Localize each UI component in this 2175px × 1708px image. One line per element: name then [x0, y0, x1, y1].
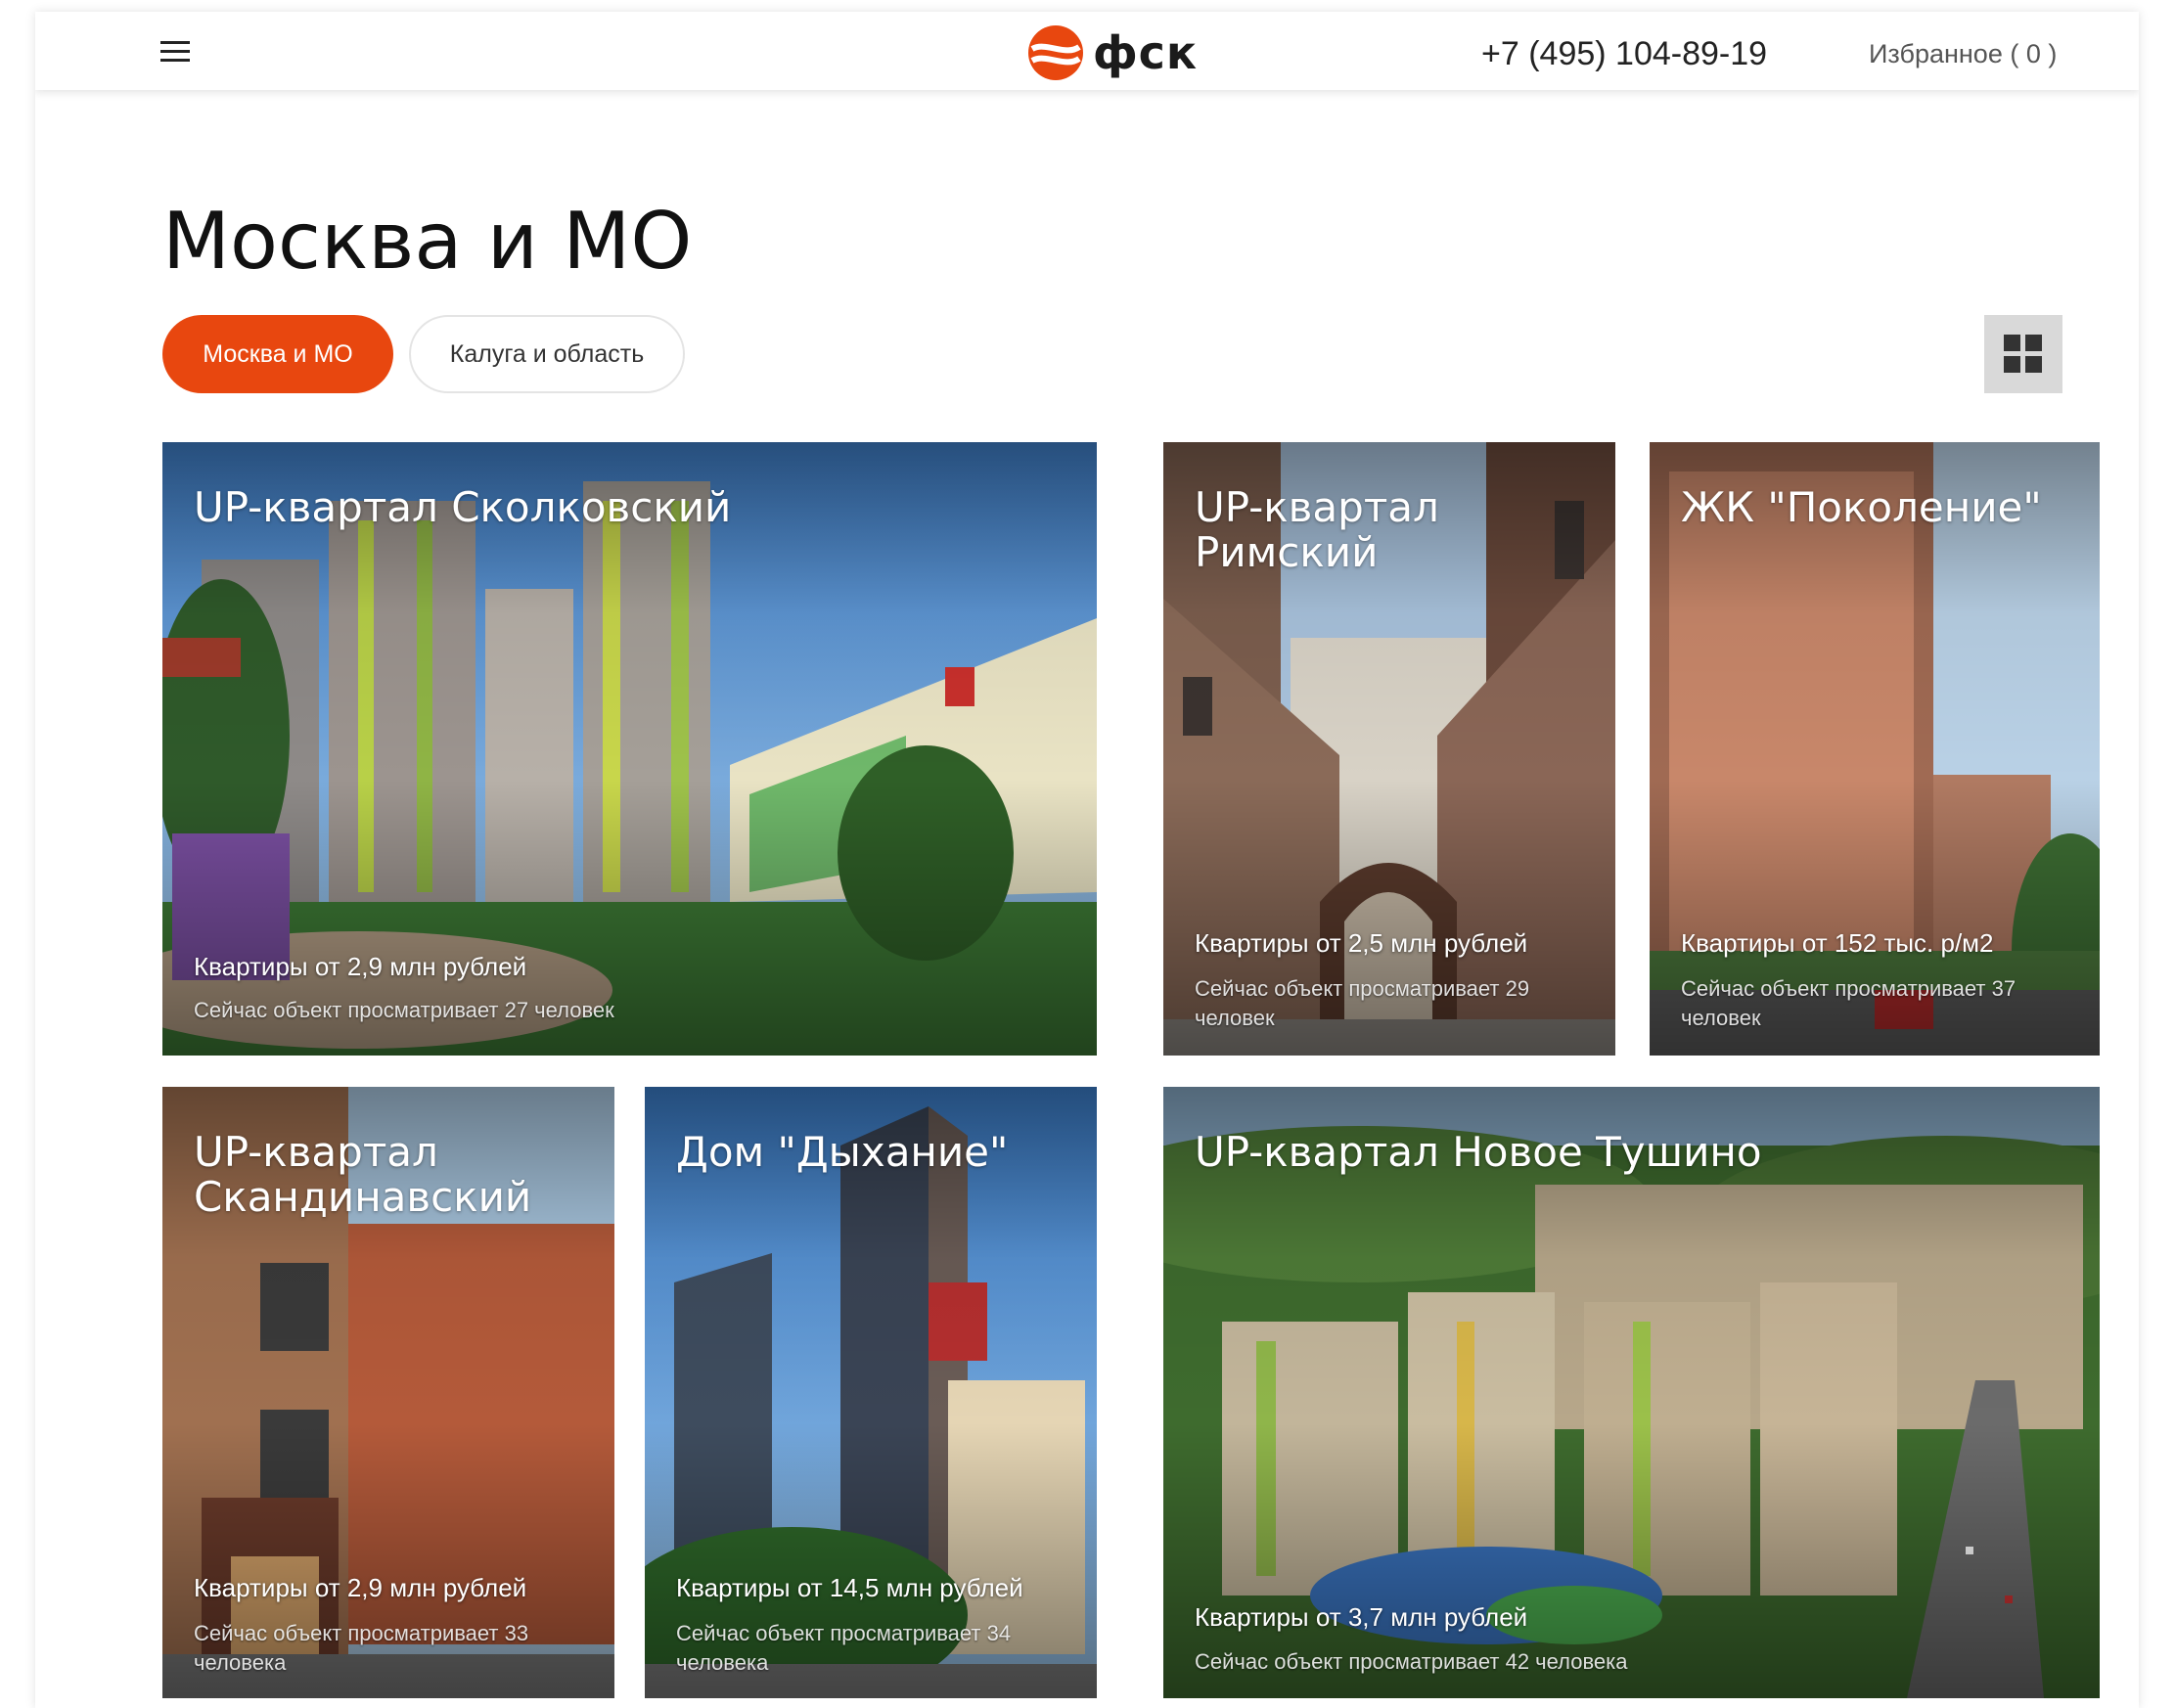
site-header: фск +7 (495) 104-89-19 Избранное ( 0 )	[35, 12, 2139, 90]
logo-text: фск	[1093, 26, 1199, 79]
project-card-pokolenie[interactable]: ЖК "Поколение" Квартиры от 152 тыс. р/м2…	[1650, 442, 2100, 1056]
project-price: Квартиры от 2,9 млн рублей	[194, 1573, 527, 1602]
project-card-skandinavsky[interactable]: UP-квартал Скандинавский Квартиры от 2,9…	[162, 1087, 614, 1698]
project-title: ЖК "Поколение"	[1681, 483, 2042, 531]
project-views: Сейчас объект просматривает 34 человека	[676, 1621, 1012, 1675]
project-views: Сейчас объект просматривает 27 человек	[194, 998, 614, 1022]
favorites-link[interactable]: Избранное ( 0 )	[1869, 39, 2057, 69]
project-views: Сейчас объект просматривает 29 человек	[1195, 976, 1530, 1030]
project-title: Дом "Дыхание"	[676, 1128, 1009, 1176]
project-views: Сейчас объект просматривает 33 человека	[194, 1621, 529, 1675]
project-price: Квартиры от 2,9 млн рублей	[194, 952, 527, 981]
project-card-rimsky[interactable]: UP-квартал Римский Квартиры от 2,5 млн р…	[1163, 442, 1615, 1056]
grid-view-icon[interactable]	[1984, 315, 2062, 393]
site-logo[interactable]: фск	[1026, 22, 1198, 84]
phone-number[interactable]: +7 (495) 104-89-19	[1481, 35, 1767, 73]
tab-moscow[interactable]: Москва и МО	[162, 315, 393, 393]
project-price: Квартиры от 2,5 млн рублей	[1195, 928, 1528, 958]
project-price: Квартиры от 14,5 млн рублей	[676, 1573, 1023, 1602]
page-title: Москва и МО	[162, 196, 693, 287]
project-price: Квартиры от 3,7 млн рублей	[1195, 1602, 1528, 1632]
project-title: UP-квартал Сколковский	[194, 483, 732, 531]
browser-frame: фск +7 (495) 104-89-19 Избранное ( 0 ) М…	[35, 12, 2139, 1708]
logo-mark-icon	[1028, 25, 1083, 80]
project-views: Сейчас объект просматривает 42 человека	[1195, 1649, 1628, 1674]
project-card-dykhanie[interactable]: Дом "Дыхание" Квартиры от 14,5 млн рубле…	[645, 1087, 1097, 1698]
tab-kaluga[interactable]: Калуга и область	[409, 315, 685, 393]
project-price: Квартиры от 152 тыс. р/м2	[1681, 928, 1994, 958]
region-tabs: Москва и МО Калуга и область	[162, 315, 685, 393]
menu-icon[interactable]	[160, 39, 190, 63]
project-card-skolkovsky[interactable]: UP-квартал Сколковский Квартиры от 2,9 м…	[162, 442, 1097, 1056]
project-views: Сейчас объект просматривает 37 человек	[1681, 976, 2016, 1030]
project-card-novoe-tushino[interactable]: UP-квартал Новое Тушино Квартиры от 3,7 …	[1163, 1087, 2100, 1698]
project-title: UP-квартал Римский	[1195, 483, 1439, 576]
project-title: UP-квартал Новое Тушино	[1195, 1128, 1762, 1176]
project-title: UP-квартал Скандинавский	[194, 1128, 532, 1221]
